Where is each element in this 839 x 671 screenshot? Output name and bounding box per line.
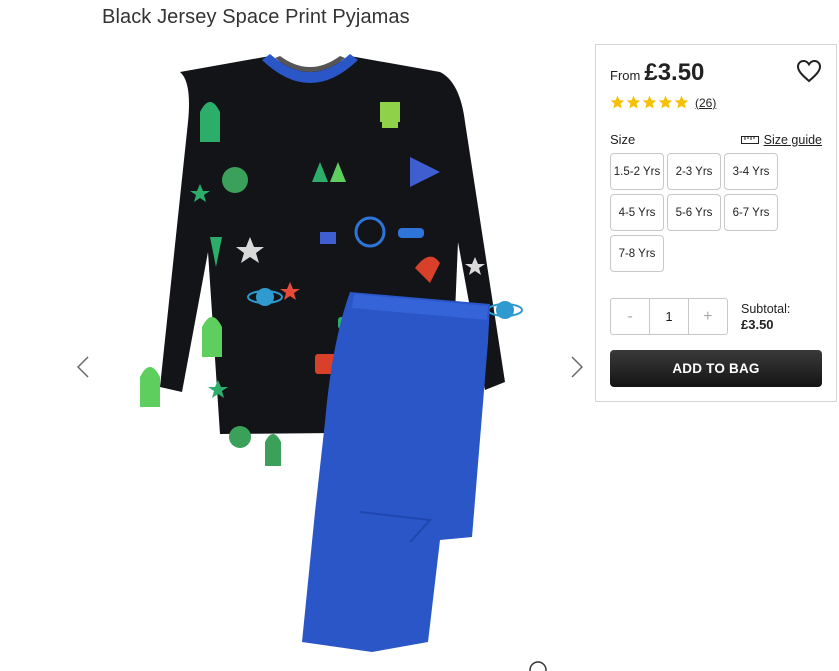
gallery-prev-button[interactable] <box>72 350 94 384</box>
heart-icon <box>796 59 822 83</box>
star-icon <box>626 95 641 109</box>
wishlist-button[interactable] <box>796 59 822 83</box>
review-count-link[interactable]: (26) <box>695 96 716 110</box>
chevron-right-icon <box>571 356 583 378</box>
rating: (26) <box>610 95 716 110</box>
purchase-panel: From £3.50 (26) Size Size guide 1.5-2 Yr… <box>595 44 837 402</box>
quantity-decrement-button[interactable]: - <box>611 299 649 334</box>
star-icon <box>610 95 625 109</box>
gallery-next-button[interactable] <box>566 350 588 384</box>
subtotal: Subtotal: £3.50 <box>741 301 790 333</box>
size-guide-label: Size guide <box>763 133 822 147</box>
quantity-stepper: - 1 + <box>610 298 728 335</box>
quantity-increment-button[interactable]: + <box>689 299 727 334</box>
size-label: Size <box>610 132 636 147</box>
size-options: 1.5-2 Yrs 2-3 Yrs 3-4 Yrs 4-5 Yrs 5-6 Yr… <box>610 153 782 272</box>
add-to-bag-button[interactable]: ADD TO BAG <box>610 350 822 387</box>
product-title: Black Jersey Space Print Pyjamas <box>102 6 410 28</box>
size-option[interactable]: 6-7 Yrs <box>724 194 778 231</box>
size-option[interactable]: 3-4 Yrs <box>724 153 778 190</box>
size-option[interactable]: 7-8 Yrs <box>610 235 664 272</box>
size-guide-link[interactable]: Size guide <box>740 133 822 147</box>
subtotal-value: £3.50 <box>741 317 774 332</box>
chevron-left-icon <box>77 356 89 378</box>
star-icon <box>674 95 689 109</box>
zoom-button[interactable] <box>528 660 548 671</box>
subtotal-label: Subtotal: <box>741 302 791 316</box>
size-option[interactable]: 1.5-2 Yrs <box>610 153 664 190</box>
product-image[interactable] <box>110 42 560 652</box>
star-icon <box>658 95 673 109</box>
quantity-input[interactable]: 1 <box>649 299 689 334</box>
price: From £3.50 <box>610 59 704 87</box>
size-option[interactable]: 4-5 Yrs <box>610 194 664 231</box>
price-value: £3.50 <box>644 59 705 86</box>
size-option[interactable]: 2-3 Yrs <box>667 153 721 190</box>
magnifier-icon <box>529 661 547 671</box>
ruler-icon <box>740 136 759 144</box>
star-icon <box>642 95 657 109</box>
size-option[interactable]: 5-6 Yrs <box>667 194 721 231</box>
price-prefix: From <box>610 68 641 83</box>
